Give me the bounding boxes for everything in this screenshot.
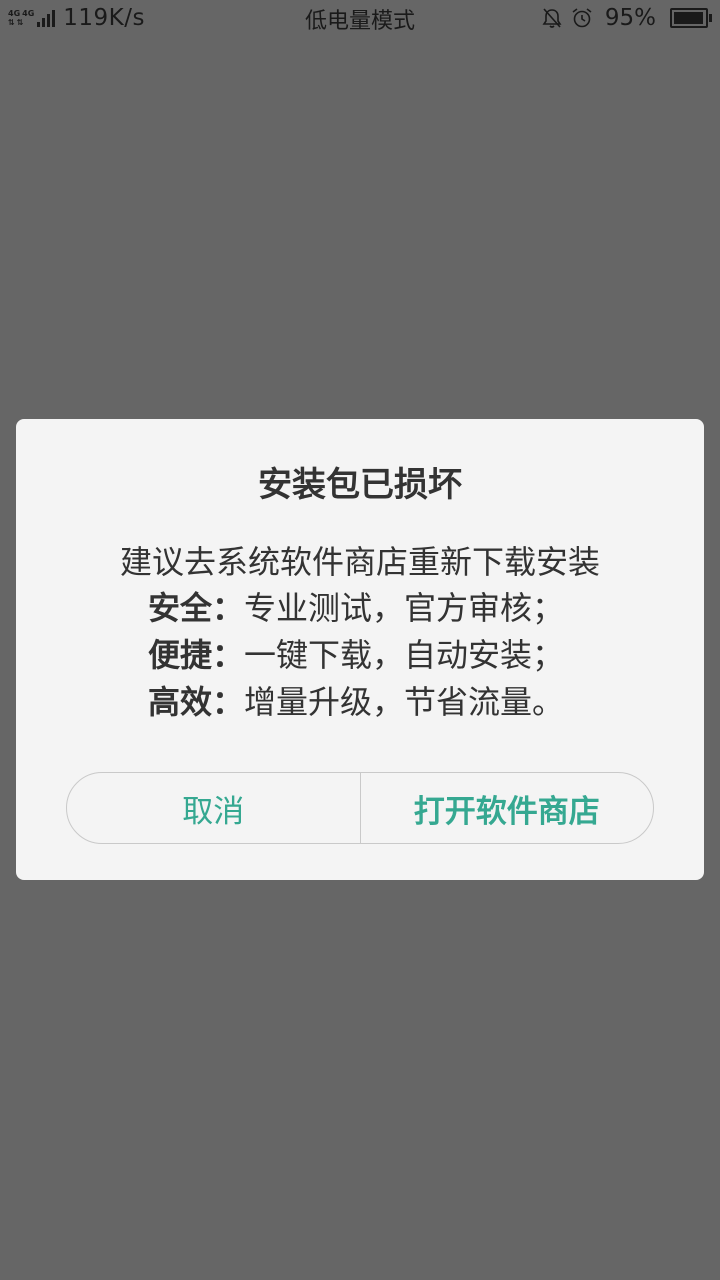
cancel-button[interactable]: 取消 bbox=[67, 773, 360, 843]
battery-fill bbox=[674, 12, 703, 24]
dialog-button-group: 取消 打开软件商店 bbox=[66, 772, 654, 844]
open-store-button[interactable]: 打开软件商店 bbox=[359, 773, 654, 843]
status-bar: 4G 4G ⇅ ⇅ 119K/s 低电量模式 95% bbox=[0, 0, 720, 36]
feature-label: 安全： bbox=[148, 589, 245, 627]
feature-row-efficiency: 高效：增量升级，节省流量。 bbox=[148, 679, 564, 726]
install-error-dialog: 安装包已损坏 建议去系统软件商店重新下载安装 安全：专业测试，官方审核； 便捷：… bbox=[16, 419, 704, 880]
status-right: 95% bbox=[541, 4, 712, 32]
feature-label: 便捷： bbox=[148, 636, 245, 674]
feature-text: 专业测试，官方审核； bbox=[244, 589, 565, 627]
bell-muted-icon bbox=[542, 8, 562, 28]
feature-row-convenience: 便捷：一键下载，自动安装； bbox=[148, 632, 564, 679]
feature-text: 增量升级，节省流量。 bbox=[244, 683, 565, 721]
dialog-message: 建议去系统软件商店重新下载安装 bbox=[119, 543, 600, 581]
feature-text: 一键下载，自动安装； bbox=[244, 636, 565, 674]
feature-label: 高效： bbox=[148, 683, 245, 721]
feature-list: 安全：专业测试，官方审核； 便捷：一键下载，自动安装； 高效：增量升级，节省流量… bbox=[148, 585, 564, 726]
feature-row-security: 安全：专业测试，官方审核； bbox=[148, 585, 564, 632]
dialog-title: 安装包已损坏 bbox=[258, 465, 462, 505]
battery-icon bbox=[670, 8, 712, 28]
alarm-icon bbox=[572, 8, 592, 28]
battery-percent: 95% bbox=[604, 5, 656, 31]
